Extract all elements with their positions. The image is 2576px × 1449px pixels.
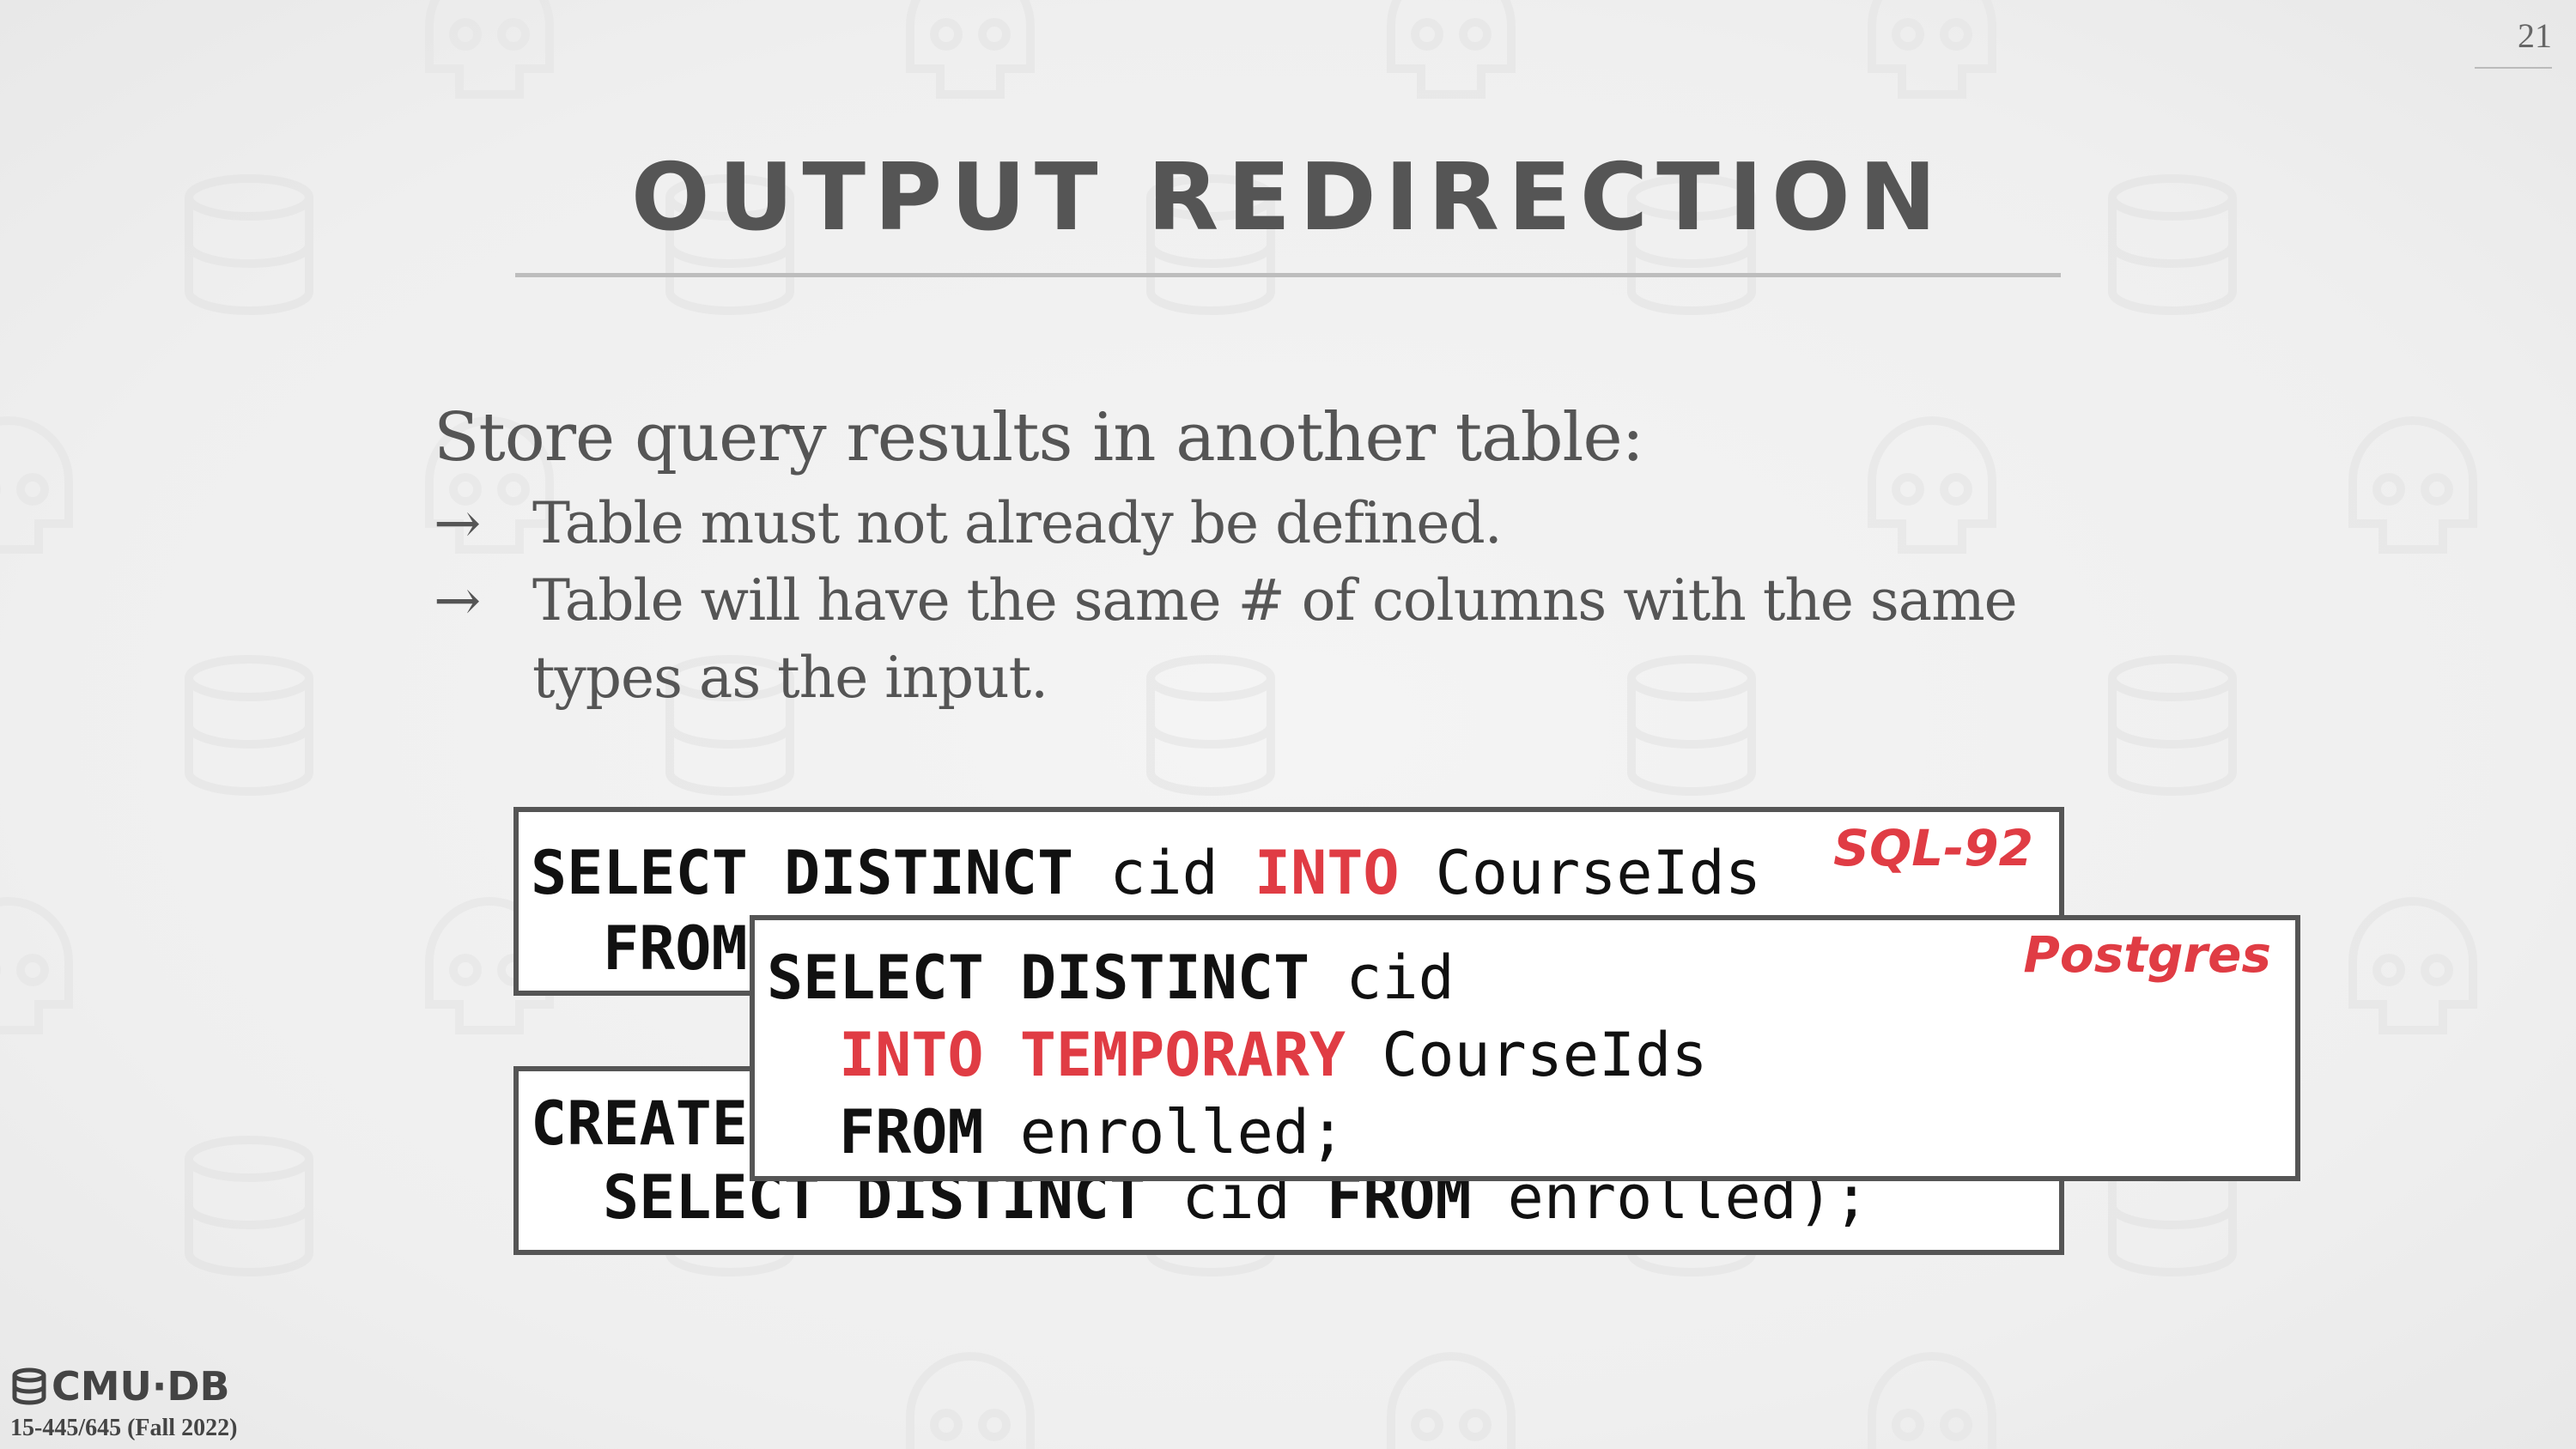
code-line: SELECT DISTINCT cid: [767, 948, 1455, 1008]
slide-number: 21: [2518, 16, 2552, 55]
code-keyword: SELECT: [531, 838, 748, 908]
code-line: FROM: [603, 919, 748, 979]
arrow-bullet-icon: →: [434, 490, 481, 556]
bullet-text-line-1: Table will have the same # of columns wi…: [532, 567, 2018, 634]
bullet-item-continuation: types as the input.: [434, 640, 2017, 717]
lead-text: Store query results in another table:: [434, 399, 1644, 476]
code-line: CREATE: [531, 1094, 748, 1154]
dialect-label-postgres: Postgres: [2023, 925, 2271, 984]
code-line: INTO TEMPORARY CourseIds: [839, 1025, 1707, 1085]
code-line: SELECT DISTINCT cid INTO CourseIds: [531, 843, 1761, 903]
arrow-bullet-icon: →: [434, 567, 481, 634]
slide-number-divider: [2475, 67, 2552, 69]
code-keyword: FROM: [839, 1097, 984, 1167]
code-text: enrolled;: [1019, 1097, 1346, 1167]
code-keyword-highlight: INTO: [839, 1020, 984, 1090]
code-keyword-highlight: INTO: [1254, 838, 1400, 908]
code-text: cid: [1109, 838, 1218, 908]
course-label: 15-445/645 (Fall 2022): [10, 1415, 238, 1441]
dialect-label-sql92: SQL-92: [1833, 819, 2033, 877]
code-keyword: CREATE: [531, 1088, 748, 1159]
code-keyword-highlight: TEMPORARY: [1019, 1020, 1346, 1090]
bullet-item: → Table will have the same # of columns …: [434, 562, 2018, 640]
code-keyword: FROM: [603, 913, 748, 984]
postgres-code-box: SELECT DISTINCT cid INTO TEMPORARY Cours…: [750, 915, 2300, 1181]
code-keyword: DISTINCT: [784, 838, 1074, 908]
slide-title: OUTPUT REDIRECTION: [630, 144, 1946, 252]
cmu-db-logo: CMU·DB: [10, 1363, 230, 1410]
logo-text: CMU·DB: [52, 1363, 230, 1410]
code-line: FROM enrolled;: [839, 1102, 1346, 1162]
bullet-text-line-2: types as the input.: [532, 645, 1048, 711]
database-icon: [12, 1367, 46, 1405]
slide-body: Store query results in another table: → …: [434, 391, 2018, 717]
title-underline: [515, 273, 2061, 277]
code-text: cid: [1346, 943, 1455, 1013]
bullet-text: Table must not already be defined.: [532, 490, 1503, 556]
bullet-item: → Table must not already be defined.: [434, 485, 2017, 562]
code-text: CourseIds: [1382, 1020, 1708, 1090]
code-keyword: DISTINCT: [1020, 943, 1310, 1013]
code-keyword: SELECT: [767, 943, 984, 1013]
code-text: CourseIds: [1435, 838, 1761, 908]
